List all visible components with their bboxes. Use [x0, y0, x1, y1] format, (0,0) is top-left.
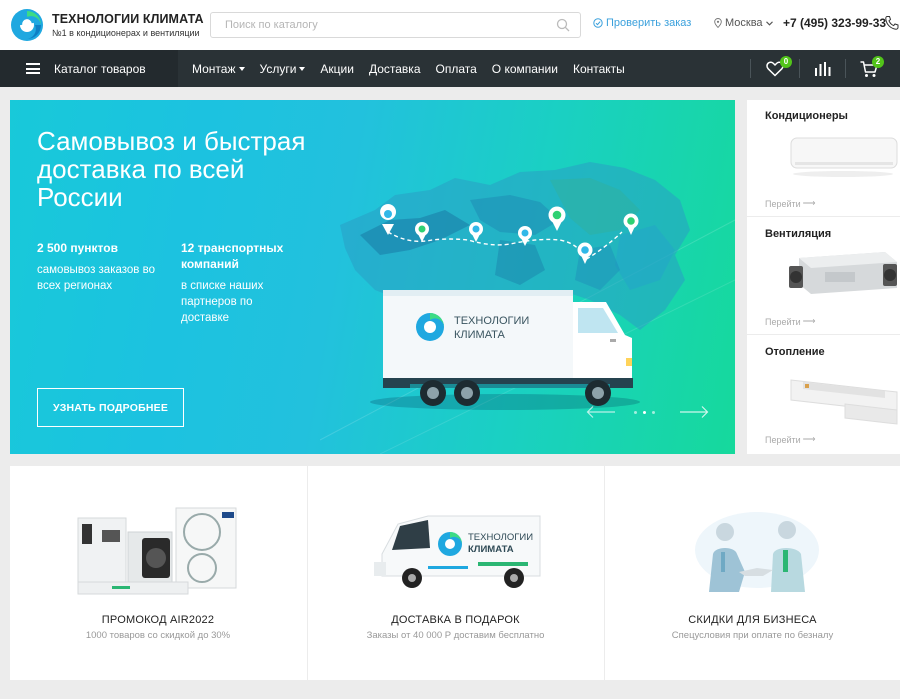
- category-card-ac[interactable]: Кондиционеры Перейти ⟶: [747, 100, 900, 217]
- arrow-right-icon[interactable]: [679, 405, 709, 419]
- caret-down-icon: [238, 67, 245, 71]
- nav-link-services[interactable]: Услуги: [260, 62, 306, 76]
- main-nav: Каталог товаров Монтаж Услуги Акции Дост…: [0, 50, 900, 87]
- search-box[interactable]: [210, 12, 581, 38]
- check-circle-icon: [593, 18, 603, 28]
- category-go-link[interactable]: Перейти ⟶: [765, 198, 816, 209]
- phone-number[interactable]: +7 (495) 323-99-33: [783, 16, 886, 30]
- category-sidebar: Кондиционеры Перейти ⟶ Вентиляция Перейти…: [747, 100, 900, 454]
- nav-link-montage[interactable]: Монтаж: [192, 62, 245, 76]
- promo-title: ПРОМОКОД AIR2022: [101, 614, 215, 626]
- slider-dot-active[interactable]: [643, 411, 646, 414]
- slider-dots: [634, 411, 655, 414]
- arrow-right-icon: ⟶: [802, 434, 816, 444]
- delivery-van-image: ТЕХНОЛОГИИ КЛИМАТА: [374, 515, 541, 588]
- go-label: Перейти: [765, 434, 801, 445]
- nav-divider: [750, 59, 751, 78]
- category-title: Отопление: [765, 346, 825, 358]
- learn-more-button[interactable]: УЗНАТЬ ПОДРОБНЕЕ: [37, 388, 184, 427]
- russia-map-truck-illustration: ТЕХНОЛОГИИ КЛИМАТА: [320, 162, 735, 454]
- nav-divider: [799, 59, 800, 78]
- hero-banner[interactable]: ТЕХНОЛОГИИ КЛИМАТА Самовывоз и быстрая д…: [10, 100, 735, 454]
- go-label: Перейти: [765, 198, 801, 209]
- banner-title: Самовывоз и быстрая доставка по всей Рос…: [37, 126, 306, 212]
- promo-card-delivery[interactable]: ТЕХНОЛОГИИ КЛИМАТА ДОСТАВКА В ПОДАРОК За…: [307, 466, 603, 680]
- category-title: Вентиляция: [765, 228, 832, 240]
- promo-card-code[interactable]: ПРОМОКОД AIR2022 1000 товаров со скидкой…: [10, 466, 306, 680]
- category-title: Кондиционеры: [765, 110, 848, 122]
- nav-link-promos[interactable]: Акции: [320, 62, 354, 76]
- stat-points-text: самовывоз заказов во всех регионах: [37, 264, 155, 292]
- delivery-truck: ТЕХНОЛОГИИ КЛИМАТА: [383, 290, 633, 406]
- promo-title: ДОСТАВКА В ПОДАРОК: [391, 614, 520, 626]
- nav-link-delivery[interactable]: Доставка: [369, 62, 421, 76]
- promo-subtitle: Спецусловия при оплате по безналу: [671, 630, 834, 641]
- van-brand-line2: КЛИМАТА: [468, 544, 514, 555]
- city-selector[interactable]: Москва: [714, 17, 773, 29]
- catalog-label: Каталог товаров: [54, 61, 146, 76]
- nav-link-payment[interactable]: Оплата: [436, 62, 477, 76]
- nav-link-contacts[interactable]: Контакты: [573, 62, 625, 76]
- air-conditioner-image: [790, 137, 898, 177]
- nav-link-label: Контакты: [572, 61, 625, 76]
- phone-icon[interactable]: [884, 15, 900, 31]
- heater-image: [790, 379, 898, 425]
- search-icon[interactable]: [556, 18, 570, 32]
- city-label: Москва: [725, 17, 763, 29]
- site-header: ТЕХНОЛОГИИ КЛИМАТА №1 в кондиционерах и …: [0, 0, 900, 50]
- stat-transport-text: в списке наших партнеров по доставке: [181, 280, 264, 324]
- category-card-ventilation[interactable]: Вентиляция Перейти ⟶: [747, 218, 900, 335]
- brand-logo-icon[interactable]: [10, 8, 44, 42]
- nav-divider: [845, 59, 846, 78]
- nav-links: Монтаж Услуги Акции Доставка Оплата О ко…: [192, 50, 640, 87]
- promo-subtitle: Заказы от 40 000 Р доставим бесплатно: [366, 630, 545, 641]
- promo-title: СКИДКИ ДЛЯ БИЗНЕСА: [688, 614, 817, 626]
- stat-points-heading: 2 500 пунктов: [37, 241, 118, 255]
- business-handshake-image: [695, 512, 819, 592]
- caret-down-icon: [299, 67, 306, 71]
- nav-link-label: Оплата: [435, 61, 477, 76]
- arrow-right-icon: ⟶: [802, 198, 816, 208]
- check-order-label: Проверить заказ: [606, 17, 692, 29]
- brand-title[interactable]: ТЕХНОЛОГИИ КЛИМАТА: [52, 12, 204, 26]
- compare-chart-icon[interactable]: [812, 59, 832, 79]
- arrow-right-icon: ⟶: [802, 316, 816, 326]
- location-pin-icon: [714, 18, 722, 28]
- arrow-left-icon[interactable]: [586, 405, 616, 419]
- category-go-link[interactable]: Перейти ⟶: [765, 434, 816, 445]
- nav-link-label: Услуги: [259, 61, 297, 76]
- cart-count-badge: 2: [872, 56, 884, 68]
- nav-link-label: Доставка: [368, 61, 421, 76]
- search-input[interactable]: [211, 13, 531, 37]
- favorites-count-badge: 0: [780, 56, 792, 68]
- slider-dot[interactable]: [634, 411, 637, 414]
- ventilation-unit-image: [789, 252, 897, 294]
- nav-link-about[interactable]: О компании: [492, 62, 558, 76]
- menu-icon: [26, 63, 40, 74]
- van-brand-line1: ТЕХНОЛОГИИ: [468, 532, 533, 543]
- catalog-button[interactable]: Каталог товаров: [0, 50, 178, 87]
- promo-card-business[interactable]: СКИДКИ ДЛЯ БИЗНЕСА Спецусловия при оплат…: [604, 466, 900, 680]
- equipment-group-image: [77, 507, 237, 595]
- truck-brand-line2: КЛИМАТА: [454, 329, 506, 341]
- chevron-down-icon: [765, 20, 773, 26]
- category-card-heating[interactable]: Отопление Перейти ⟶: [747, 336, 900, 453]
- truck-brand-line1: ТЕХНОЛОГИИ: [454, 315, 529, 327]
- stat-transport-heading: 12 транспортных компаний: [181, 241, 284, 271]
- go-label: Перейти: [765, 316, 801, 327]
- nav-link-label: Монтаж: [192, 61, 236, 76]
- slider-dot[interactable]: [652, 411, 655, 414]
- category-go-link[interactable]: Перейти ⟶: [765, 316, 816, 327]
- promo-subtitle: 1000 товаров со скидкой до 30%: [85, 630, 231, 641]
- nav-link-label: Акции: [320, 61, 354, 76]
- brand-subtitle: №1 в кондиционерах и вентиляции: [52, 28, 200, 38]
- promo-row: ПРОМОКОД AIR2022 1000 товаров со скидкой…: [10, 466, 900, 680]
- check-order-link[interactable]: Проверить заказ: [593, 17, 691, 29]
- nav-link-label: О компании: [491, 61, 558, 76]
